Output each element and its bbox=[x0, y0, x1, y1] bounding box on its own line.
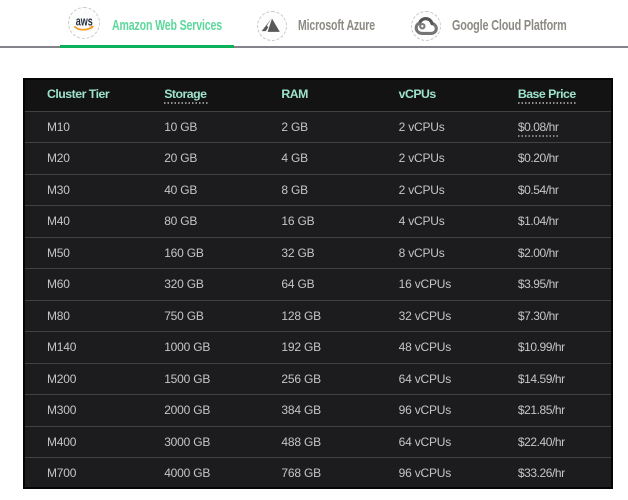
svg-text:aws: aws bbox=[76, 14, 93, 28]
